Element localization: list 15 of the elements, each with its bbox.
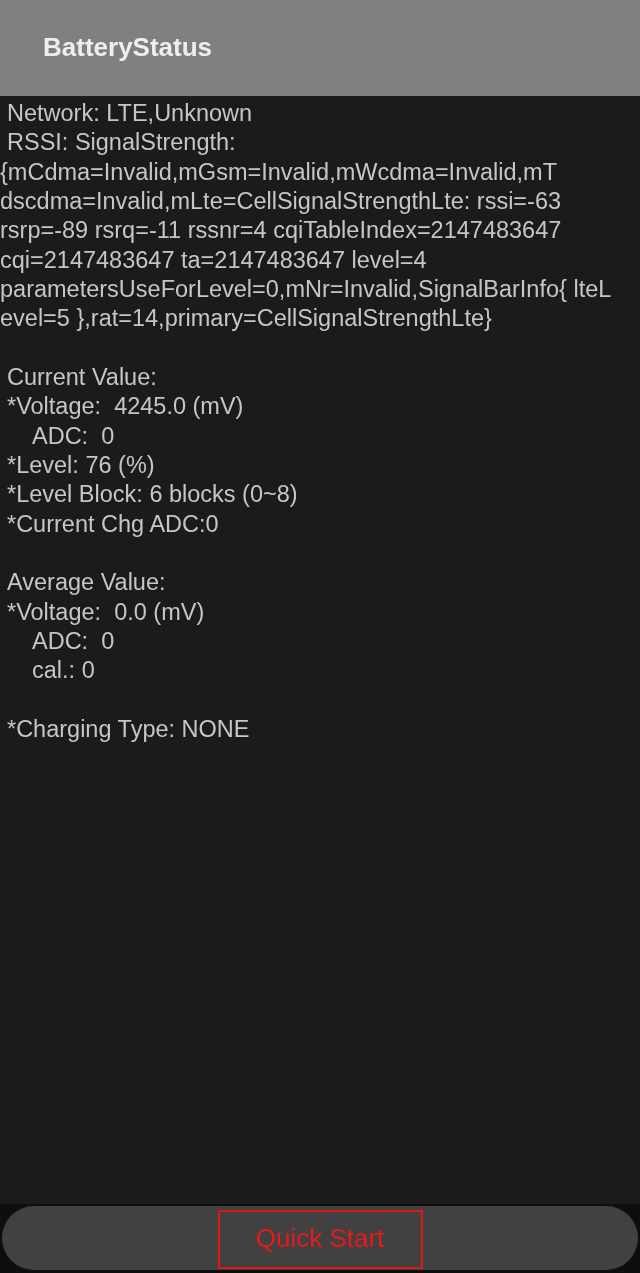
info-text: Network: LTE,Unknown	[7, 99, 253, 128]
info-text: Current Value:	[7, 362, 157, 392]
info-text: *Charging Type: NONE	[7, 714, 250, 744]
info-text: *Voltage: 0.0 (mV)	[7, 597, 205, 627]
info-text: ADC: 0	[32, 421, 115, 451]
info-text: *Voltage: 4245.0 (mV)	[7, 392, 244, 422]
signal-info-paragraph: RSSI: SignalStrength: {mCdma=Invalid,mGsm=Invalid,mWcdma=Invalid,mT dscdma=Invalid,mLte=CellSignalStrengthLte: rssi=-63 rsrp=-89 rsrq=-11 rssnr=4 cqiTableIndex=2147483647 cqi=2147483647 ta=2147483647 level=4 parametersUseForLevel=0,mNr=Invalid,SignalBarInfo{ lteL evel=5 },rat=14,primary=CellSignalStrengthLte}	[0, 128, 612, 334]
info-text: *Level Block: 6 blocks (0~8)	[7, 480, 298, 510]
info-text: ADC: 0	[32, 626, 115, 656]
info-text: Average Value:	[7, 568, 166, 598]
info-text: cal.: 0	[32, 656, 95, 686]
app-title: BatteryStatus	[43, 31, 213, 63]
info-text: *Level: 76 (%)	[7, 450, 155, 480]
quick-start-button[interactable]: Quick Start	[217, 1210, 423, 1269]
info-text: *Current Chg ADC:0	[7, 509, 219, 539]
